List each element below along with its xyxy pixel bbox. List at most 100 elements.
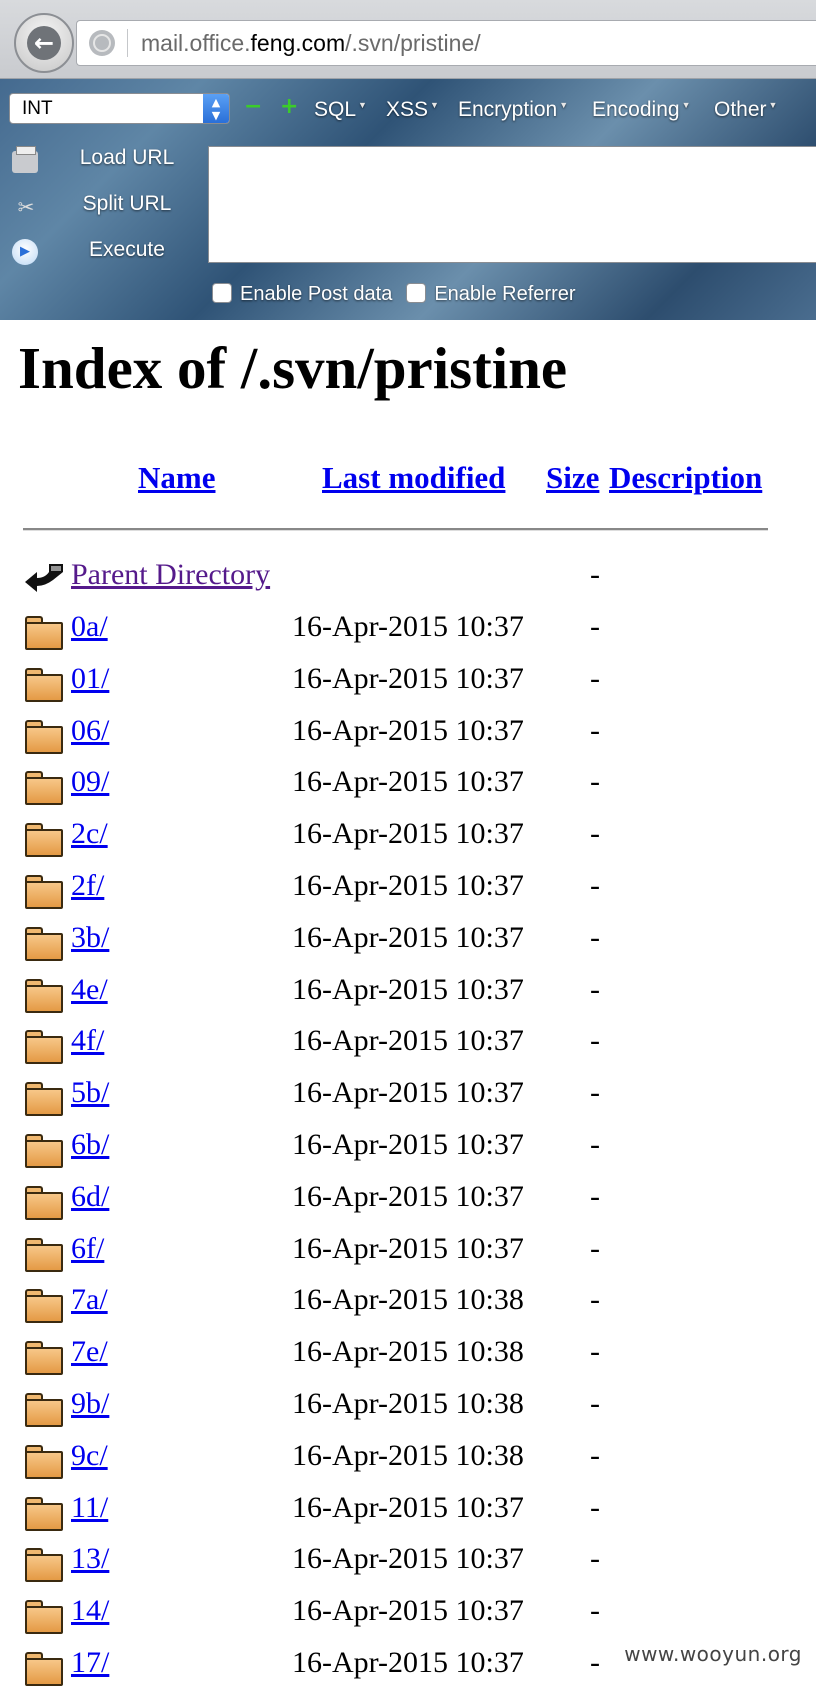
directory-link[interactable]: 11/ (71, 1491, 108, 1525)
menu-xss-label: XSS (386, 98, 428, 121)
folder-body (25, 1295, 63, 1323)
address-text[interactable]: mail.office.feng.com/.svn/pristine/ (141, 30, 481, 57)
caret-down-icon: ▼ (430, 100, 439, 110)
last-modified-cell: 16-Apr-2015 10:37 (292, 869, 524, 903)
folder-icon (23, 1598, 65, 1634)
select-arrows-icon: ▲▼ (203, 94, 229, 123)
post-data-label: Enable Post data (240, 283, 392, 305)
directory-link[interactable]: 4f/ (71, 1024, 104, 1058)
column-last-modified-link[interactable]: Last modified (322, 460, 505, 496)
size-cell: - (590, 714, 600, 748)
directory-link[interactable]: 17/ (71, 1646, 109, 1680)
table-row: 9c/16-Apr-2015 10:38- (0, 1433, 816, 1485)
directory-link[interactable]: 09/ (71, 765, 109, 799)
directory-link[interactable]: 6f/ (71, 1232, 104, 1266)
size-cell: - (590, 1283, 600, 1317)
hackbar-options: Enable Post dataEnable Referrer (212, 283, 590, 313)
menu-encryption[interactable]: Encryption▼ (458, 98, 568, 122)
folder-body (25, 1503, 63, 1531)
folder-body (25, 1347, 63, 1375)
table-row: 11/16-Apr-2015 10:37- (0, 1485, 816, 1537)
table-row: 4f/16-Apr-2015 10:37- (0, 1018, 816, 1070)
parent-directory-row: Parent Directory - (0, 552, 816, 604)
folder-body (25, 829, 63, 857)
parent-directory-link[interactable]: Parent Directory (71, 558, 270, 592)
caret-down-icon: ▼ (358, 100, 367, 110)
directory-link[interactable]: 6d/ (71, 1180, 109, 1214)
type-select[interactable]: INT ▲▼ (9, 93, 230, 124)
watermark: www.wooyun.org (624, 1642, 802, 1666)
directory-link[interactable]: 3b/ (71, 921, 109, 955)
directory-link[interactable]: 06/ (71, 714, 109, 748)
last-modified-cell: 16-Apr-2015 10:37 (292, 662, 524, 696)
last-modified-cell: 16-Apr-2015 10:37 (292, 1594, 524, 1628)
hackbar-url-textarea[interactable] (208, 146, 816, 263)
folder-icon (23, 1339, 65, 1375)
folder-icon (23, 1236, 65, 1272)
directory-link[interactable]: 9c/ (71, 1439, 108, 1473)
directory-link[interactable]: 01/ (71, 662, 109, 696)
url-domain: feng.com (251, 30, 346, 56)
folder-body (25, 726, 63, 754)
header-divider (23, 528, 768, 531)
table-row: 13/16-Apr-2015 10:37- (0, 1536, 816, 1588)
referrer-checkbox[interactable] (406, 283, 426, 303)
menu-xss[interactable]: XSS▼ (386, 98, 439, 122)
folder-body (25, 1088, 63, 1116)
folder-icon (23, 718, 65, 754)
menu-sql[interactable]: SQL▼ (314, 98, 367, 122)
directory-link[interactable]: 4e/ (71, 973, 108, 1007)
folder-body (25, 1554, 63, 1582)
size-cell: - (590, 1594, 600, 1628)
directory-link[interactable]: 14/ (71, 1594, 109, 1628)
directory-link[interactable]: 7a/ (71, 1283, 108, 1317)
load-url-label: Load URL (52, 146, 202, 170)
execute-button[interactable]: ▶ Execute (10, 233, 205, 273)
plus-icon[interactable]: + (280, 98, 298, 116)
folder-icon (23, 1443, 65, 1479)
last-modified-cell: 16-Apr-2015 10:37 (292, 973, 524, 1007)
size-cell: - (590, 1180, 600, 1214)
table-row: 3b/16-Apr-2015 10:37- (0, 915, 816, 967)
directory-link[interactable]: 6b/ (71, 1128, 109, 1162)
folder-body (25, 1192, 63, 1220)
folder-icon (23, 873, 65, 909)
column-name-link[interactable]: Name (138, 460, 215, 496)
menu-encoding[interactable]: Encoding▼ (592, 98, 691, 122)
post-data-checkbox[interactable] (212, 283, 232, 303)
folder-body (25, 1658, 63, 1686)
size-cell: - (590, 765, 600, 799)
directory-link[interactable]: 0a/ (71, 610, 108, 644)
caret-down-icon: ▼ (682, 100, 691, 110)
minus-icon[interactable]: − (244, 98, 262, 116)
table-row: 09/16-Apr-2015 10:37- (0, 759, 816, 811)
column-description-link[interactable]: Description (609, 460, 762, 496)
folder-icon (23, 769, 65, 805)
directory-link[interactable]: 2f/ (71, 869, 104, 903)
menu-other[interactable]: Other▼ (714, 98, 777, 122)
folder-icon (23, 1132, 65, 1168)
back-button[interactable]: ← (14, 13, 74, 73)
directory-link[interactable]: 7e/ (71, 1335, 108, 1369)
type-select-value: INT (22, 98, 53, 120)
address-bar[interactable]: mail.office.feng.com/.svn/pristine/ (76, 20, 816, 66)
load-url-button[interactable]: Load URL (10, 141, 205, 181)
directory-link[interactable]: 13/ (71, 1542, 109, 1576)
size-cell: - (590, 1076, 600, 1110)
folder-body (25, 1140, 63, 1168)
back-icon (23, 562, 65, 598)
column-size-link[interactable]: Size (546, 460, 599, 496)
directory-link[interactable]: 9b/ (71, 1387, 109, 1421)
last-modified-cell: 16-Apr-2015 10:38 (292, 1439, 524, 1473)
size-cell: - (590, 973, 600, 1007)
size-cell: - (590, 817, 600, 851)
directory-link[interactable]: 2c/ (71, 817, 108, 851)
split-url-button[interactable]: ✂ Split URL (10, 187, 205, 227)
table-row: 2c/16-Apr-2015 10:37- (0, 811, 816, 863)
size-cell: - (590, 869, 600, 903)
folder-body (25, 985, 63, 1013)
folder-icon (23, 821, 65, 857)
directory-link[interactable]: 5b/ (71, 1076, 109, 1110)
size-cell: - (590, 662, 600, 696)
last-modified-cell: 16-Apr-2015 10:37 (292, 1076, 524, 1110)
